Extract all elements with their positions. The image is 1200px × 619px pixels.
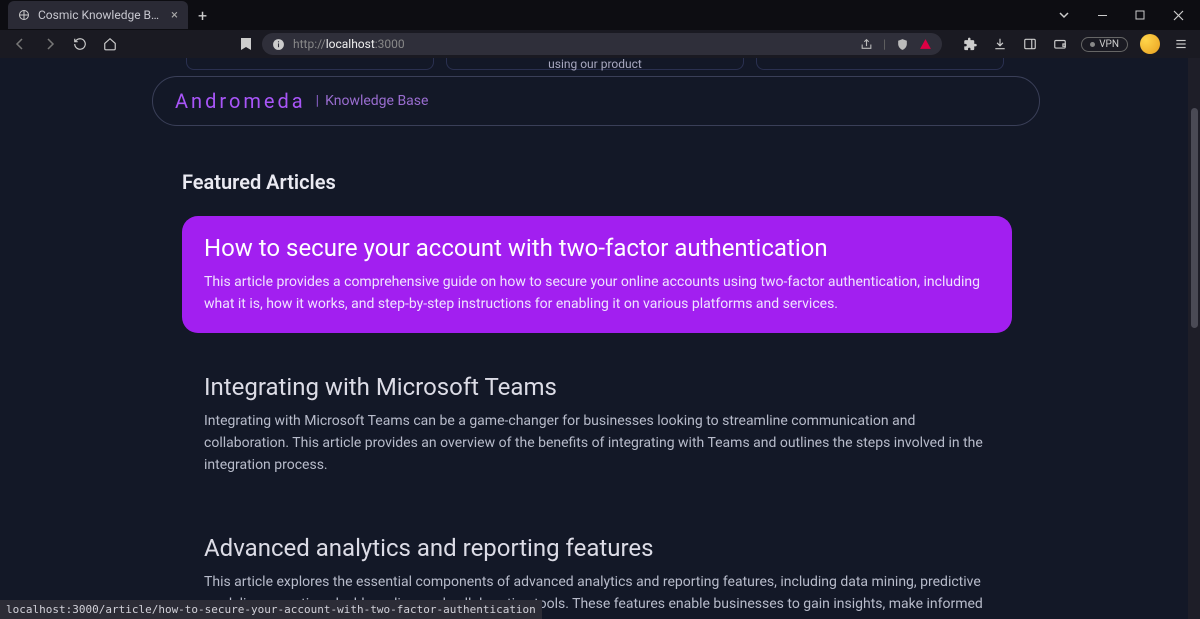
share-icon[interactable] [860,38,873,51]
app-menu-icon[interactable] [1172,35,1190,53]
tab-title: Cosmic Knowledge Base - Expert [38,8,163,22]
extensions-icon[interactable] [961,35,979,53]
window-close-button[interactable] [1160,1,1196,29]
status-bar: localhost:3000/article/how-to-secure-you… [0,600,542,619]
section-title: Featured Articles [182,170,1012,194]
article-title: Integrating with Microsoft Teams [204,373,990,401]
site-header: Andromeda | Knowledge Base [152,76,1040,126]
article-card-featured[interactable]: How to secure your account with two-fact… [182,216,1012,333]
tab-bar: Cosmic Knowledge Base - Expert × + [0,0,1200,30]
window-dropdown-icon[interactable] [1046,1,1082,29]
site-info-icon[interactable] [272,38,285,51]
browser-chrome: Cosmic Knowledge Base - Expert × + [0,0,1200,58]
brave-rewards-icon[interactable] [919,38,932,51]
scrollbar-thumb[interactable] [1191,108,1198,328]
tab-favicon-icon [18,8,30,22]
sidebar-icon[interactable] [1021,35,1039,53]
shield-icon[interactable] [896,38,909,51]
page-viewport: using our product Andromeda | Knowledge … [0,58,1200,619]
wallet-icon[interactable] [1051,35,1069,53]
downloads-icon[interactable] [991,35,1009,53]
vpn-badge[interactable]: VPN [1081,37,1128,52]
url-text: http://localhost:3000 [293,37,405,51]
article-card[interactable]: Integrating with Microsoft Teams Integra… [182,355,1012,494]
bookmark-icon[interactable] [240,37,252,51]
clipped-cards: using our product [180,58,1010,70]
window-maximize-button[interactable] [1122,1,1158,29]
main-content: Featured Articles How to secure your acc… [182,170,1012,619]
address-bar[interactable]: http://localhost:3000 | [262,33,942,55]
nav-forward-button[interactable] [40,34,60,54]
window-minimize-button[interactable] [1084,1,1120,29]
nav-reload-button[interactable] [70,34,90,54]
nav-home-button[interactable] [100,34,120,54]
nav-back-button[interactable] [10,34,30,54]
clipped-text: using our product [548,58,642,71]
article-body: Integrating with Microsoft Teams can be … [204,411,990,476]
article-title: Advanced analytics and reporting feature… [204,534,990,562]
new-tab-button[interactable]: + [198,6,207,25]
profile-avatar[interactable] [1140,34,1160,54]
brand-name[interactable]: Andromeda [175,89,306,113]
browser-tab[interactable]: Cosmic Knowledge Base - Expert × [8,1,188,29]
brand-divider: | [316,93,319,109]
article-title: How to secure your account with two-fact… [204,234,990,262]
tab-close-icon[interactable]: × [171,8,178,23]
brand-subtitle: Knowledge Base [325,93,428,109]
window-controls [1046,1,1200,29]
browser-toolbar: http://localhost:3000 | [0,30,1200,58]
article-body: This article provides a comprehensive gu… [204,272,990,315]
